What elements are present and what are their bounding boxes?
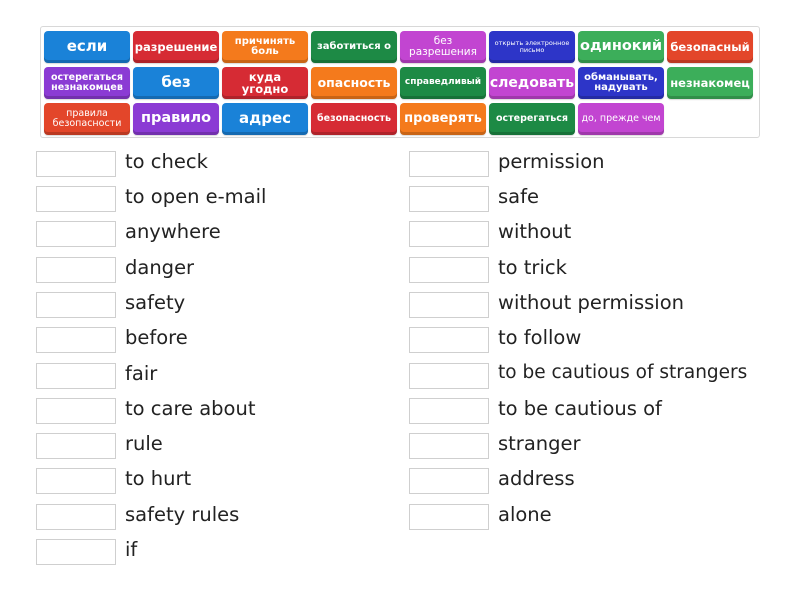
prompt-label: to be cautious of strangers (498, 362, 748, 383)
prompt-label: safety rules (125, 503, 240, 526)
prompt-label: to follow (498, 326, 582, 349)
prompt-label: if (125, 538, 138, 561)
word-tile[interactable]: правило (133, 103, 219, 135)
word-tile[interactable]: опасность (311, 67, 397, 99)
answer-slot[interactable] (36, 433, 116, 459)
word-tile[interactable]: заботиться о (311, 31, 397, 63)
prompt-label: safety (125, 291, 186, 314)
prompt-label: safe (498, 185, 539, 208)
word-tile[interactable]: обманывать, надувать (578, 67, 664, 99)
word-tile[interactable]: остерегаться незнакомцев (44, 67, 130, 99)
answer-slot[interactable] (409, 327, 489, 353)
answer-slot[interactable] (36, 539, 116, 565)
word-tile[interactable]: если (44, 31, 130, 63)
prompt-label: to check (125, 150, 208, 173)
word-tile[interactable]: до, прежде чем (578, 103, 664, 135)
answer-slot[interactable] (36, 257, 116, 283)
prompt-label: danger (125, 256, 195, 279)
word-tile[interactable]: правила безопасности (44, 103, 130, 135)
prompt-label: without permission (498, 291, 684, 314)
word-tile[interactable]: открыть электронное письмо (489, 31, 575, 63)
prompt-label: to care about (125, 397, 256, 420)
word-tile[interactable]: без разрешения (400, 31, 486, 63)
word-tile[interactable]: безопасный (667, 31, 753, 63)
answer-slot[interactable] (36, 292, 116, 318)
answer-slot[interactable] (36, 468, 116, 494)
prompt-label: stranger (498, 432, 581, 455)
answer-slot[interactable] (36, 151, 116, 177)
word-tile[interactable]: куда угодно (222, 67, 308, 99)
answer-slot[interactable] (409, 151, 489, 177)
word-tile[interactable]: безопасность (311, 103, 397, 135)
answer-slot[interactable] (409, 292, 489, 318)
answer-slot[interactable] (409, 504, 489, 530)
prompt-label: without (498, 220, 572, 243)
answer-slot[interactable] (36, 363, 116, 389)
prompt-label: to trick (498, 256, 567, 279)
answer-slot[interactable] (409, 257, 489, 283)
word-tile[interactable]: справедливый (400, 67, 486, 99)
word-tile[interactable]: остерегаться (489, 103, 575, 135)
answer-slot[interactable] (409, 186, 489, 212)
word-tile[interactable]: разрешение (133, 31, 219, 63)
answer-slot[interactable] (409, 221, 489, 247)
word-tile[interactable]: без (133, 67, 219, 99)
prompt-label: to open e-mail (125, 185, 267, 208)
answer-slot[interactable] (409, 398, 489, 424)
answer-slot[interactable] (36, 327, 116, 353)
answer-slot[interactable] (36, 221, 116, 247)
prompt-label: rule (125, 432, 163, 455)
prompt-label: to hurt (125, 467, 192, 490)
answer-slot[interactable] (409, 468, 489, 494)
prompt-label: anywhere (125, 220, 221, 243)
prompt-label: permission (498, 150, 605, 173)
word-tile[interactable]: адрес (222, 103, 308, 135)
answer-slot[interactable] (409, 433, 489, 459)
prompt-label: address (498, 467, 575, 490)
prompt-label: before (125, 326, 188, 349)
word-tile[interactable]: незнакомец (667, 67, 753, 99)
word-tile[interactable]: причинять боль (222, 31, 308, 63)
prompt-label: fair (125, 362, 158, 385)
answer-slot[interactable] (36, 504, 116, 530)
word-tile[interactable]: одинокий (578, 31, 664, 63)
prompt-label: to be cautious of (498, 397, 662, 420)
word-bank: если разрешение причинять боль заботитьс… (40, 26, 760, 138)
answer-slot[interactable] (36, 186, 116, 212)
answer-slot[interactable] (36, 398, 116, 424)
word-tile[interactable]: следовать (489, 67, 575, 99)
prompt-label: alone (498, 503, 552, 526)
word-tile[interactable]: проверять (400, 103, 486, 135)
answer-slot[interactable] (409, 363, 489, 389)
